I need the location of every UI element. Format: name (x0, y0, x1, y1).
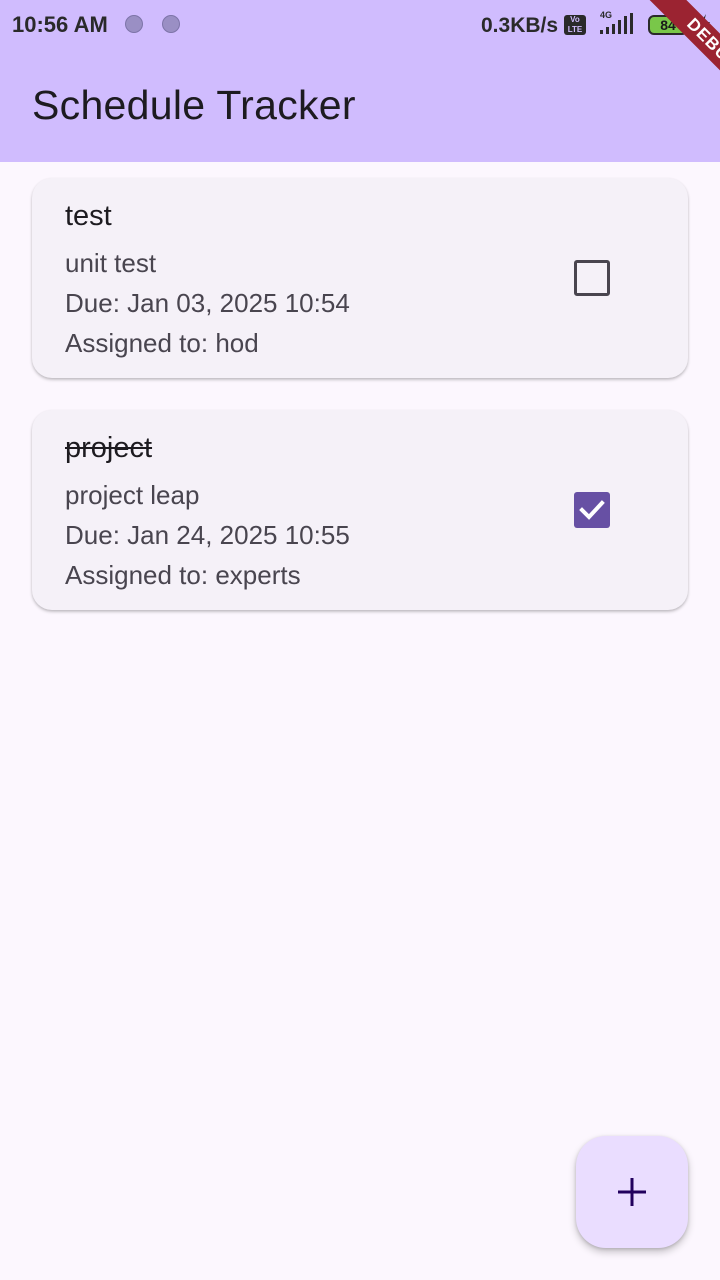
volte-top-label: Vo (570, 15, 580, 24)
checkmark-icon (579, 500, 605, 520)
task-card[interactable]: test unit test Due: Jan 03, 2025 10:54 A… (32, 178, 688, 378)
task-assignee: Assigned to: experts (65, 560, 301, 590)
volte-icon: Vo LTE (564, 15, 586, 35)
task-description: project leap (65, 480, 200, 510)
volte-bottom-label: LTE (567, 25, 583, 34)
notification-dot-icon (162, 15, 180, 33)
task-assignee: Assigned to: hod (65, 328, 259, 358)
status-time: 10:56 AM (12, 12, 108, 37)
debug-label: DEBUG (643, 0, 720, 115)
task-due-date: Due: Jan 24, 2025 10:55 (65, 520, 350, 550)
task-due-date: Due: Jan 03, 2025 10:54 (65, 288, 350, 318)
page-title: Schedule Tracker (32, 82, 356, 128)
add-task-button[interactable] (576, 1136, 688, 1248)
app-bar: 10:56 AM 0.3KB/s Vo LTE 4G 84 DEBUG Sche… (0, 0, 720, 162)
task-description: unit test (65, 248, 157, 278)
notification-dot-icon (125, 15, 143, 33)
task-card[interactable]: project project leap Due: Jan 24, 2025 1… (32, 410, 688, 610)
task-title: project (65, 432, 153, 464)
task-complete-checkbox[interactable] (574, 492, 610, 528)
debug-banner: DEBUG (600, 0, 720, 120)
task-complete-checkbox[interactable] (574, 260, 610, 296)
task-title: test (65, 200, 112, 232)
network-speed: 0.3KB/s (481, 14, 559, 37)
plus-icon (618, 1178, 646, 1206)
